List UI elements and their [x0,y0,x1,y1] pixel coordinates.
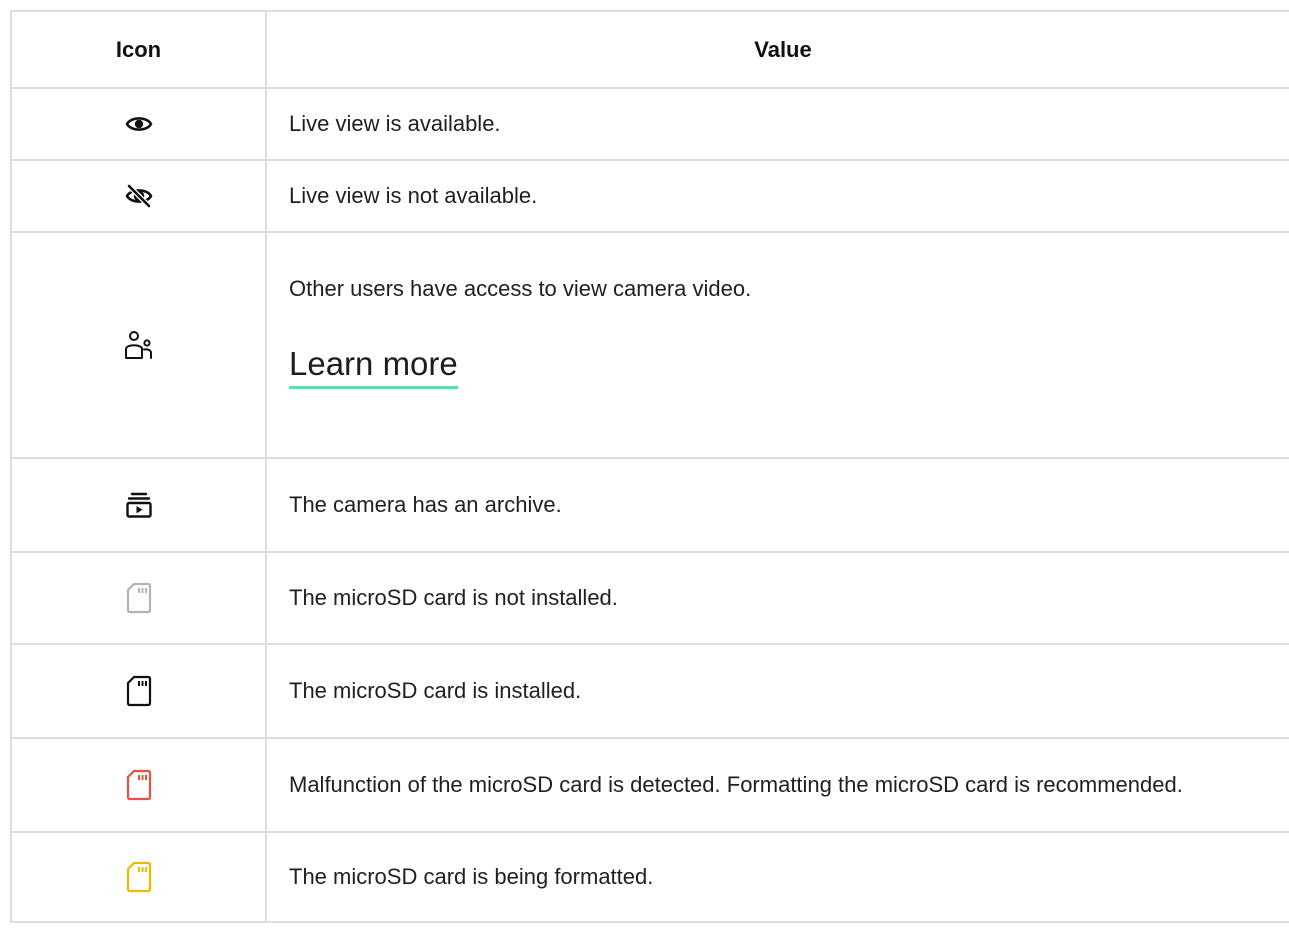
icon-cell [10,87,267,161]
icon-cell [10,831,267,923]
sd-card-icon [126,582,151,614]
header-value: Value [265,10,1289,89]
eye-icon [125,117,152,131]
icon-cell [10,643,267,739]
header-icon: Icon [10,10,267,89]
value-text: Other users have access to view camera v… [289,275,752,301]
value-cell: Live view is not available. [265,159,1289,233]
value-cell: Other users have access to view camera v… [265,231,1289,459]
table-row: Other users have access to view camera v… [10,231,1289,459]
table-row: The microSD card is installed. [10,643,1289,739]
value-cell: The microSD card is installed. [265,643,1289,739]
table-row: Live view is available. [10,87,1289,161]
sd-card-icon [126,675,151,707]
value-cell: The microSD card is not installed. [265,551,1289,645]
users-icon [124,331,152,359]
table-row: Live view is not available. [10,159,1289,233]
eye-off-icon [125,184,152,208]
icon-cell [10,159,267,233]
table-row: The microSD card is being formatted. [10,831,1289,923]
sd-card-icon [126,861,151,893]
archive-icon [125,492,152,518]
table-header-row: Icon Value [10,10,1289,89]
table-row: The microSD card is not installed. [10,551,1289,645]
icon-cell [10,737,267,833]
learn-more-link[interactable]: Learn more [289,344,458,389]
value-cell: Malfunction of the microSD card is detec… [265,737,1289,833]
value-cell: Live view is available. [265,87,1289,161]
table-row: Malfunction of the microSD card is detec… [10,737,1289,833]
page: Icon Value Live view is available. Live … [0,0,1289,942]
icon-cell [10,551,267,645]
sd-card-icon [126,769,151,801]
value-cell: The camera has an archive. [265,457,1289,553]
table-row: The camera has an archive. [10,457,1289,553]
icons-table: Icon Value Live view is available. Live … [10,10,1289,923]
icon-cell [10,457,267,553]
value-cell: The microSD card is being formatted. [265,831,1289,923]
icon-cell [10,231,267,459]
